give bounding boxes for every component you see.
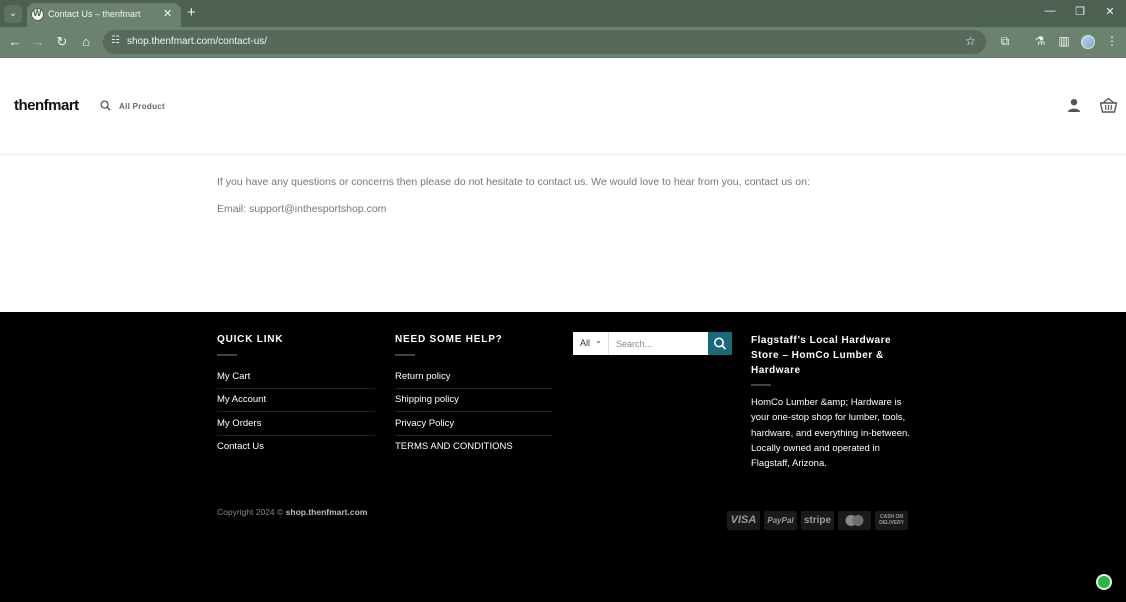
shopping-basket-icon[interactable] (1100, 98, 1117, 113)
user-account-icon[interactable] (1067, 98, 1081, 112)
browser-menu-icon[interactable]: ⋮ (1104, 34, 1120, 48)
browser-tab[interactable]: Contact Us – thenfmart ✕ (27, 3, 181, 27)
copyright-site[interactable]: shop.thenfmart.com (286, 507, 368, 517)
mastercard-icon: mastercard (838, 511, 871, 530)
search-icon[interactable] (100, 100, 111, 111)
site-footer: QUICK LINK My Cart My Account My Orders … (0, 312, 1126, 602)
site-header: thenfmart All Product (0, 58, 1126, 155)
close-window-icon[interactable]: ✕ (1102, 5, 1118, 18)
paypal-icon: PayPal (764, 511, 797, 530)
visa-icon: VISA (727, 511, 760, 530)
url-text: shop.thenfmart.com/contact-us/ (127, 36, 268, 47)
browser-toolbar: ← → ↻ ⌂ ☷ shop.thenfmart.com/contact-us/… (0, 27, 1126, 58)
copyright: Copyright 2024 © shop.thenfmart.com (217, 507, 367, 517)
footer-link-contact-us[interactable]: Contact Us (217, 441, 264, 452)
divider (395, 411, 553, 412)
tab-search-chevron-icon[interactable]: ⌄ (4, 5, 22, 23)
footer-search-input[interactable] (609, 332, 708, 355)
contact-intro-text: If you have any questions or concerns th… (217, 176, 810, 188)
search-category-select[interactable]: All ⌄ (573, 332, 609, 355)
chevron-down-icon: ⌄ (595, 336, 602, 345)
footer-link-terms[interactable]: TERMS AND CONDITIONS (395, 441, 513, 452)
about-heading: Flagstaff’s Local Hardware Store – HomCo… (751, 335, 892, 376)
address-bar[interactable]: ☷ shop.thenfmart.com/contact-us/ ☆ (103, 30, 986, 54)
footer-search-form: All ⌄ (573, 332, 732, 355)
side-panel-icon[interactable]: ▥ (1056, 34, 1072, 48)
site-info-icon[interactable]: ☷ (111, 35, 120, 46)
browser-tab-bar: ⌄ Contact Us – thenfmart ✕ + — ❐ ✕ (0, 0, 1126, 27)
divider (217, 411, 375, 412)
tab-close-icon[interactable]: ✕ (163, 7, 172, 20)
stripe-icon: stripe (801, 511, 834, 530)
all-product-link[interactable]: All Product (119, 102, 165, 111)
profile-avatar[interactable] (1081, 35, 1095, 49)
chat-widget-icon[interactable] (1096, 574, 1112, 590)
mastercard-circles-icon (845, 515, 864, 526)
reload-icon[interactable]: ↻ (54, 34, 70, 50)
footer-link-shipping-policy[interactable]: Shipping policy (395, 394, 459, 405)
footer-search-button[interactable] (708, 332, 732, 355)
about-rule (751, 384, 771, 386)
cash-on-delivery-icon: CASH ON DELIVERY (875, 511, 908, 530)
divider (395, 388, 553, 389)
help-heading: NEED SOME HELP? (395, 334, 503, 345)
footer-link-privacy-policy[interactable]: Privacy Policy (395, 418, 454, 429)
wordpress-favicon-icon (31, 8, 44, 21)
restore-icon[interactable]: ❐ (1072, 5, 1088, 18)
lab-flask-icon[interactable]: ⚗ (1032, 34, 1048, 48)
search-icon (714, 337, 727, 350)
footer-link-return-policy[interactable]: Return policy (395, 371, 450, 382)
bookmark-star-icon[interactable]: ☆ (965, 34, 976, 48)
footer-link-my-orders[interactable]: My Orders (217, 418, 261, 429)
forward-icon[interactable]: → (30, 34, 46, 50)
back-icon[interactable]: ← (7, 34, 23, 50)
quick-link-heading: QUICK LINK (217, 334, 284, 345)
search-category-value: All (580, 338, 591, 348)
quick-link-rule (217, 354, 237, 356)
extensions-icon[interactable]: ⧉ (997, 34, 1013, 49)
site-logo[interactable]: thenfmart (14, 97, 79, 114)
new-tab-icon[interactable]: + (187, 4, 196, 21)
copyright-prefix: Copyright 2024 © (217, 507, 284, 517)
help-rule (395, 354, 415, 356)
contact-email-text: Email: support@inthesportshop.com (217, 203, 387, 215)
divider (395, 435, 553, 436)
footer-link-my-cart[interactable]: My Cart (217, 371, 250, 382)
divider (217, 435, 375, 436)
divider (217, 388, 375, 389)
tab-title: Contact Us – thenfmart (48, 9, 141, 19)
home-icon[interactable]: ⌂ (78, 34, 94, 50)
footer-link-my-account[interactable]: My Account (217, 394, 266, 405)
minimize-icon[interactable]: — (1042, 5, 1058, 17)
about-text: HomCo Lumber &amp; Hardware is your one-… (751, 397, 910, 470)
